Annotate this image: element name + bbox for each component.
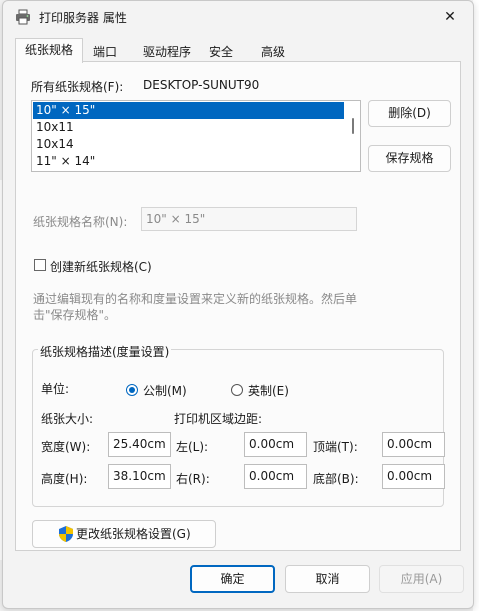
- delete-button[interactable]: 删除(D): [368, 100, 451, 127]
- metric-label: 公制(M): [143, 384, 187, 398]
- help-text-line-2: 击"保存规格"。: [33, 308, 117, 322]
- height-input[interactable]: 38.10cm: [108, 464, 171, 489]
- apply-button[interactable]: 应用(A): [379, 565, 464, 593]
- close-icon: ✕: [444, 9, 456, 25]
- left-margin-label: 左(L):: [176, 440, 209, 454]
- english-radio[interactable]: [231, 384, 243, 396]
- top-margin-label: 顶端(T):: [313, 440, 358, 454]
- create-new-form-checkbox[interactable]: [34, 259, 46, 271]
- width-input[interactable]: 25.40cm: [108, 432, 171, 457]
- title-bar: 打印服务器 属性 ✕: [3, 1, 473, 33]
- close-button[interactable]: ✕: [427, 1, 473, 33]
- right-margin-label: 右(R):: [176, 472, 210, 486]
- ok-button[interactable]: 确定: [190, 565, 275, 593]
- tab-forms[interactable]: 纸张规格: [15, 38, 83, 63]
- width-label: 宽度(W):: [41, 440, 91, 454]
- server-name: DESKTOP-SUNUT90: [143, 78, 260, 92]
- bottom-margin-label: 底部(B):: [313, 472, 359, 486]
- bottom-margin-input[interactable]: 0.00cm: [382, 464, 445, 489]
- left-margin-input[interactable]: 0.00cm: [244, 432, 307, 457]
- list-item[interactable]: 10x11: [33, 119, 344, 136]
- scrollbar-thumb[interactable]: [352, 118, 354, 134]
- unit-label: 单位:: [41, 382, 70, 396]
- cancel-button[interactable]: 取消: [285, 565, 370, 593]
- right-margin-input[interactable]: 0.00cm: [244, 464, 307, 489]
- change-form-settings-button[interactable]: 更改纸张规格设置(G): [32, 520, 216, 548]
- height-label: 高度(H):: [41, 472, 88, 486]
- forms-list[interactable]: 10" × 15" 10x11 10x14 11" × 14": [31, 100, 361, 172]
- list-item[interactable]: 11" × 14": [33, 153, 344, 170]
- paper-size-label: 纸张大小:: [41, 412, 94, 426]
- list-scrollbar[interactable]: [346, 101, 360, 169]
- create-new-form-label: 创建新纸张规格(C): [50, 260, 152, 274]
- list-item[interactable]: 10x14: [33, 136, 344, 153]
- english-label: 英制(E): [248, 384, 289, 398]
- top-margin-input[interactable]: 0.00cm: [382, 432, 445, 457]
- save-form-button[interactable]: 保存规格: [368, 145, 451, 172]
- list-item-selected[interactable]: 10" × 15": [33, 102, 344, 119]
- group-title: 纸张规格描述(度量设置): [38, 343, 172, 360]
- window-title: 打印服务器 属性: [39, 11, 127, 25]
- form-name-label: 纸张规格名称(N):: [33, 215, 128, 229]
- uac-shield-icon: [59, 526, 73, 542]
- form-name-input[interactable]: 10" × 15": [141, 207, 357, 231]
- metric-radio[interactable]: [126, 384, 138, 396]
- printer-margins-label: 打印机区域边距:: [174, 412, 263, 426]
- printer-icon: [16, 9, 30, 25]
- forms-panel: 所有纸张规格(F): DESKTOP-SUNUT90 10" × 15" 10x…: [15, 61, 461, 551]
- all-forms-label: 所有纸张规格(F):: [31, 80, 124, 94]
- help-text-line-1: 通过编辑现有的名称和度量设置来定义新的纸张规格。然后单: [33, 292, 358, 306]
- print-server-properties-dialog: 打印服务器 属性 ✕ 纸张规格 端口 驱动程序 安全 高级 所有纸张规格(F):…: [2, 0, 474, 609]
